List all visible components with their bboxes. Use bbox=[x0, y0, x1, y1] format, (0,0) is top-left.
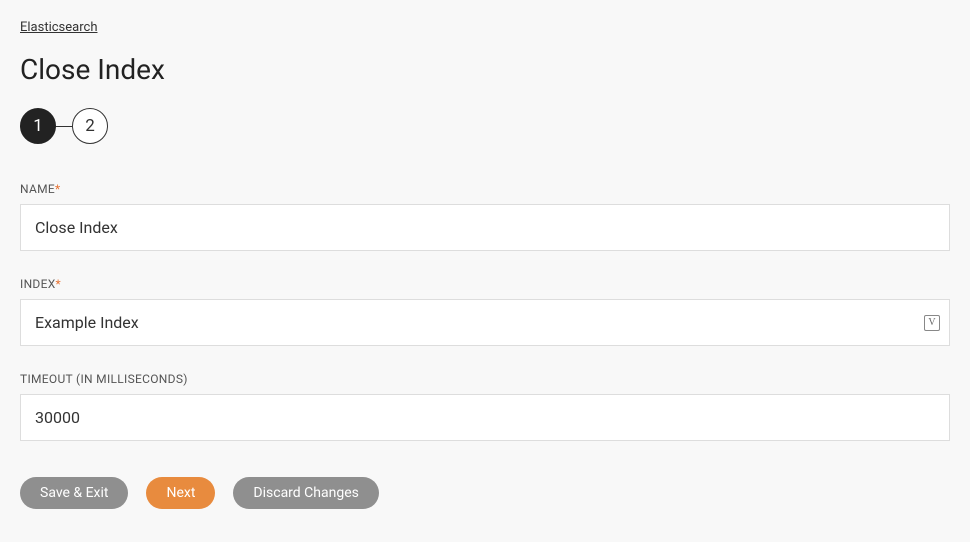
required-marker: * bbox=[55, 182, 60, 196]
variable-icon[interactable]: V bbox=[924, 315, 940, 331]
form-group-index: INDEX* V bbox=[20, 277, 950, 346]
discard-button[interactable]: Discard Changes bbox=[233, 477, 378, 509]
save-exit-button[interactable]: Save & Exit bbox=[20, 477, 128, 509]
timeout-input[interactable] bbox=[20, 394, 950, 441]
label-timeout-text: TIMEOUT (IN MILLISECONDS) bbox=[20, 372, 188, 386]
page-title: Close Index bbox=[20, 53, 950, 86]
breadcrumb-parent-link[interactable]: Elasticsearch bbox=[20, 20, 97, 35]
index-input[interactable] bbox=[20, 299, 950, 346]
button-row: Save & Exit Next Discard Changes bbox=[20, 477, 950, 509]
label-name: NAME* bbox=[20, 182, 950, 196]
breadcrumb: Elasticsearch bbox=[20, 20, 950, 35]
name-input[interactable] bbox=[20, 204, 950, 251]
step-connector bbox=[56, 126, 72, 127]
label-timeout: TIMEOUT (IN MILLISECONDS) bbox=[20, 372, 950, 386]
step-2[interactable]: 2 bbox=[72, 108, 108, 144]
label-index-text: INDEX bbox=[20, 277, 56, 291]
stepper: 1 2 bbox=[20, 108, 950, 144]
form-group-timeout: TIMEOUT (IN MILLISECONDS) bbox=[20, 372, 950, 441]
next-button[interactable]: Next bbox=[146, 477, 215, 509]
label-name-text: NAME bbox=[20, 182, 55, 196]
form-group-name: NAME* bbox=[20, 182, 950, 251]
required-marker: * bbox=[56, 277, 61, 291]
step-1[interactable]: 1 bbox=[20, 108, 56, 144]
label-index: INDEX* bbox=[20, 277, 950, 291]
